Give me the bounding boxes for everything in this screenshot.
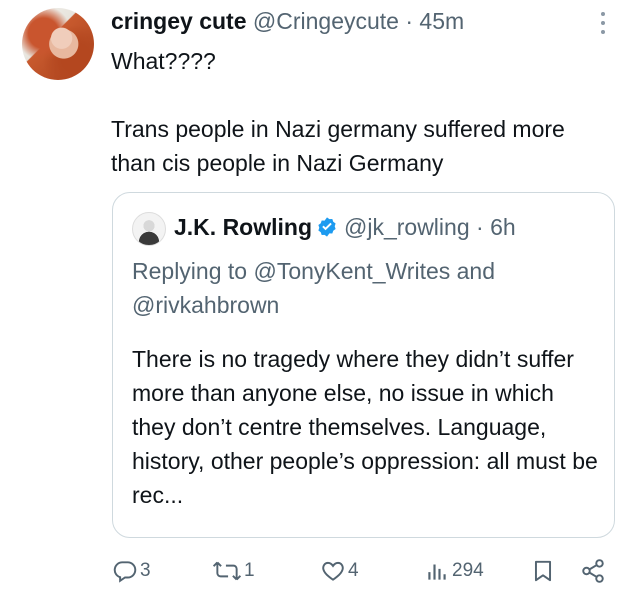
quote-separator-dot: · bbox=[476, 214, 484, 240]
like-count: 4 bbox=[348, 560, 359, 581]
quote-avatar[interactable] bbox=[132, 212, 166, 246]
retweet-button[interactable]: 1 bbox=[212, 558, 255, 584]
avatar[interactable] bbox=[22, 8, 94, 80]
replying-to: Replying to @TonyKent_Writes and @rivkah… bbox=[132, 254, 592, 322]
views-icon bbox=[428, 564, 446, 580]
quote-text: There is no tragedy where they didn’t su… bbox=[132, 346, 598, 508]
bookmark-icon bbox=[534, 560, 552, 582]
tweet-time[interactable]: 45m bbox=[419, 8, 464, 34]
bookmark-button[interactable] bbox=[530, 558, 556, 584]
like-button[interactable]: 4 bbox=[320, 558, 359, 584]
quote-author-name[interactable]: J.K. Rowling bbox=[174, 214, 312, 240]
like-icon bbox=[322, 561, 344, 581]
reply-count: 3 bbox=[140, 560, 151, 581]
share-icon bbox=[582, 559, 604, 583]
tweet-header: cringey cute @Cringeycute · 45m bbox=[111, 8, 464, 35]
author-handle[interactable]: @Cringeycute bbox=[253, 8, 399, 34]
tweet-text: What???? Trans people in Nazi germany su… bbox=[111, 48, 565, 176]
views-count: 294 bbox=[452, 560, 484, 581]
reply-button[interactable]: 3 bbox=[112, 558, 151, 584]
reply-and-text: and bbox=[456, 258, 496, 284]
retweet-count: 1 bbox=[244, 560, 255, 581]
reply-icon bbox=[113, 561, 137, 583]
author-name[interactable]: cringey cute bbox=[111, 8, 247, 34]
quote-header: J.K. Rowling @jk_rowling · 6h bbox=[174, 214, 516, 244]
quote-author-handle[interactable]: @jk_rowling bbox=[344, 214, 470, 240]
replying-to-label: Replying to bbox=[132, 258, 248, 284]
separator-dot: · bbox=[405, 8, 414, 34]
views-button[interactable]: 294 bbox=[424, 558, 484, 584]
quote-time[interactable]: 6h bbox=[490, 214, 516, 240]
share-button[interactable] bbox=[580, 558, 606, 584]
retweet-icon bbox=[212, 561, 242, 581]
more-icon[interactable] bbox=[598, 12, 608, 38]
verified-icon bbox=[316, 216, 338, 244]
action-bar: 3 1 4 294 bbox=[112, 558, 622, 590]
reply-user-link[interactable]: @rivkahbrown bbox=[132, 292, 279, 318]
reply-user-link[interactable]: @TonyKent_Writes bbox=[253, 258, 450, 284]
